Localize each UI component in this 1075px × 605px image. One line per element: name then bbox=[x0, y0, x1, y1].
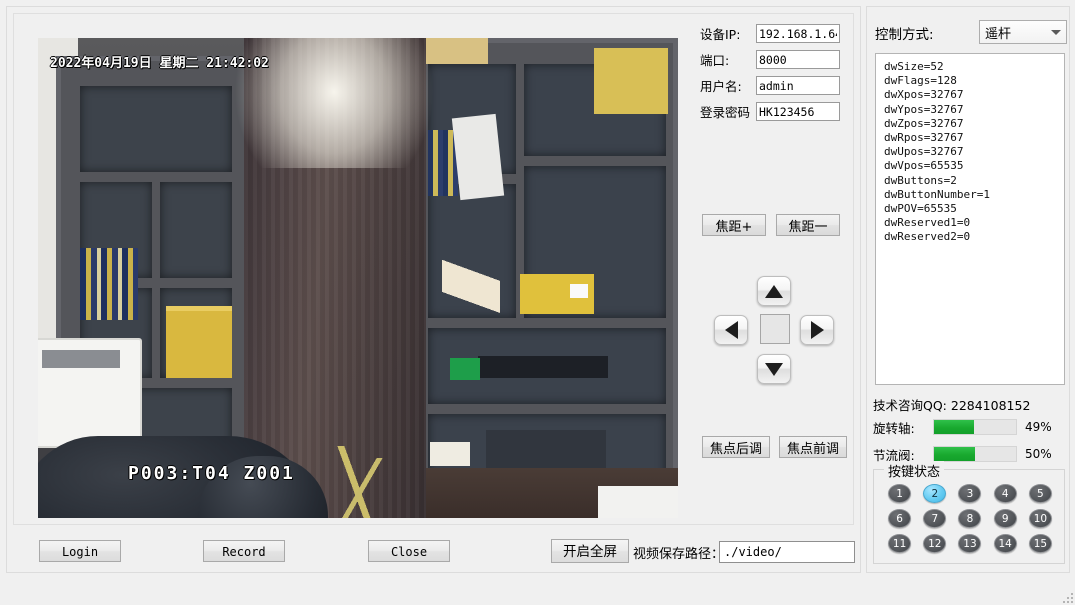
joystick-button-14[interactable]: 14 bbox=[993, 534, 1017, 553]
video-preview[interactable]: 2022年04月19日 星期二 21:42:02 P003:T04 Z001 bbox=[38, 38, 678, 518]
joystick-button-grid: 1 2 3 4 5 6 7 8 9 10 11 12 13 14 15 bbox=[882, 484, 1058, 553]
ptz-right-button[interactable] bbox=[800, 315, 834, 345]
rotation-axis-fill bbox=[934, 420, 975, 434]
joystick-button-15[interactable]: 15 bbox=[1028, 534, 1052, 553]
video-timestamp-overlay: 2022年04月19日 星期二 21:42:02 bbox=[50, 56, 269, 71]
throttle-fill bbox=[934, 447, 975, 461]
printer-object bbox=[38, 338, 142, 448]
ptz-direction-pad bbox=[714, 276, 834, 386]
focus-button-row: 焦点后调 焦点前调 bbox=[702, 436, 852, 458]
username-input[interactable] bbox=[756, 76, 840, 95]
chevron-down-icon bbox=[1051, 29, 1061, 35]
close-button[interactable]: Close bbox=[368, 540, 450, 562]
joystick-panel: 控制方式: 遥杆 dwSize=52 dwFlags=128 dwXpos=32… bbox=[866, 6, 1070, 573]
joystick-button-6[interactable]: 6 bbox=[888, 509, 912, 528]
username-label: 用户名: bbox=[700, 79, 742, 94]
video-path-label: 视频保存路径： bbox=[633, 547, 725, 562]
focus-near-button[interactable]: 焦点后调 bbox=[702, 436, 770, 458]
zoom-out-button[interactable]: 焦距一 bbox=[776, 214, 840, 236]
main-panel: 2022年04月19日 星期二 21:42:02 P003:T04 Z001 设… bbox=[6, 6, 861, 573]
joystick-button-1[interactable]: 1 bbox=[888, 484, 912, 503]
ptz-up-button[interactable] bbox=[757, 276, 791, 306]
focus-far-button[interactable]: 焦点前调 bbox=[779, 436, 847, 458]
video-path-input[interactable] bbox=[719, 541, 855, 563]
joystick-button-10[interactable]: 10 bbox=[1028, 509, 1052, 528]
device-ip-input[interactable] bbox=[756, 24, 840, 43]
joystick-button-11[interactable]: 11 bbox=[888, 534, 912, 553]
video-ptz-overlay: P003:T04 Z001 bbox=[128, 463, 295, 484]
throttle-progress bbox=[933, 446, 1017, 462]
joystick-log-output[interactable]: dwSize=52 dwFlags=128 dwXpos=32767 dwYpo… bbox=[875, 53, 1065, 385]
password-row: 登录密码 bbox=[700, 102, 848, 121]
throttle-value: 50% bbox=[1025, 447, 1052, 461]
control-mode-value: 遥杆 bbox=[985, 26, 1012, 42]
arrow-right-icon bbox=[810, 321, 824, 339]
application-window: 2022年04月19日 星期二 21:42:02 P003:T04 Z001 设… bbox=[0, 0, 1075, 605]
camera-control-column: 设备IP: 端口: 用户名: 登录密码 焦距+ 焦距一 bbox=[700, 24, 848, 516]
joystick-button-13[interactable]: 13 bbox=[958, 534, 982, 553]
device-ip-label: 设备IP: bbox=[700, 27, 741, 42]
button-status-group: 按键状态 1 2 3 4 5 6 7 8 9 10 11 12 13 14 15 bbox=[873, 461, 1065, 564]
port-input[interactable] bbox=[756, 50, 840, 69]
fullscreen-button[interactable]: 开启全屏 bbox=[551, 539, 629, 563]
bottom-toolbar: Login Record Close 开启全屏 视频保存路径： bbox=[13, 531, 855, 569]
joystick-button-3[interactable]: 3 bbox=[958, 484, 982, 503]
control-mode-row: 控制方式: 遥杆 bbox=[875, 20, 1067, 44]
rotation-axis-value: 49% bbox=[1025, 420, 1052, 434]
joystick-button-8[interactable]: 8 bbox=[958, 509, 982, 528]
button-status-title: 按键状态 bbox=[884, 461, 945, 480]
rotation-axis-row: 旋转轴: 49% bbox=[873, 418, 1067, 436]
password-label: 登录密码 bbox=[700, 105, 751, 120]
support-qq-text: 技术咨询QQ: 2284108152 bbox=[873, 398, 1031, 413]
joystick-button-9[interactable]: 9 bbox=[993, 509, 1017, 528]
joystick-button-5[interactable]: 5 bbox=[1028, 484, 1052, 503]
password-input[interactable] bbox=[756, 102, 840, 121]
device-ip-row: 设备IP: bbox=[700, 24, 848, 43]
rotation-axis-progress bbox=[933, 419, 1017, 435]
port-row: 端口: bbox=[700, 50, 848, 69]
arrow-left-icon bbox=[724, 321, 738, 339]
control-mode-label: 控制方式: bbox=[875, 27, 934, 43]
resize-grip[interactable] bbox=[1060, 590, 1073, 603]
rotation-axis-label: 旋转轴: bbox=[873, 420, 915, 436]
arrow-down-icon bbox=[765, 362, 783, 376]
video-and-controls-panel: 2022年04月19日 星期二 21:42:02 P003:T04 Z001 设… bbox=[13, 13, 854, 525]
ptz-down-button[interactable] bbox=[757, 354, 791, 384]
port-label: 端口: bbox=[700, 53, 730, 68]
joystick-button-2[interactable]: 2 bbox=[923, 484, 947, 503]
zoom-in-button[interactable]: 焦距+ bbox=[702, 214, 766, 236]
joystick-button-12[interactable]: 12 bbox=[923, 534, 947, 553]
ptz-left-button[interactable] bbox=[714, 315, 748, 345]
ptz-center-button[interactable] bbox=[760, 314, 790, 344]
arrow-up-icon bbox=[765, 284, 783, 298]
joystick-button-4[interactable]: 4 bbox=[993, 484, 1017, 503]
username-row: 用户名: bbox=[700, 76, 848, 95]
zoom-button-row: 焦距+ 焦距一 bbox=[702, 214, 848, 236]
joystick-button-7[interactable]: 7 bbox=[923, 509, 947, 528]
video-scene bbox=[38, 38, 678, 518]
login-button[interactable]: Login bbox=[39, 540, 121, 562]
control-mode-select[interactable]: 遥杆 bbox=[979, 20, 1067, 44]
record-button[interactable]: Record bbox=[203, 540, 285, 562]
